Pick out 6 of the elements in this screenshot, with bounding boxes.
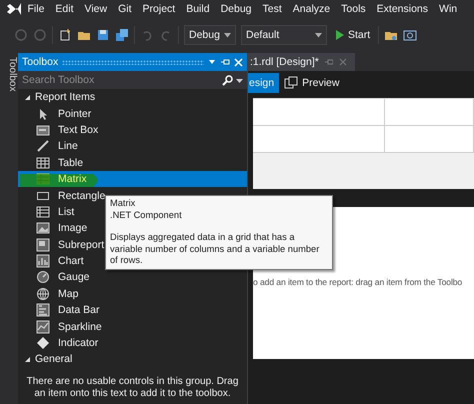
panel-title: Toolbox [22,56,58,68]
empty-group-message: There are no usable controls in this group. Drag an item onto this text to add it to the toolbox. [26,376,240,400]
drop-hint: o add an item to the report: drag an item from the Toolbo [253,277,462,287]
tooltip-title: Matrix [110,198,136,210]
tooltip-description: Displays aggregated data in a grid that has a variable number of columns and a variable number of rows. [110,232,320,266]
tooltip-subtitle: .NET Component [110,210,183,221]
